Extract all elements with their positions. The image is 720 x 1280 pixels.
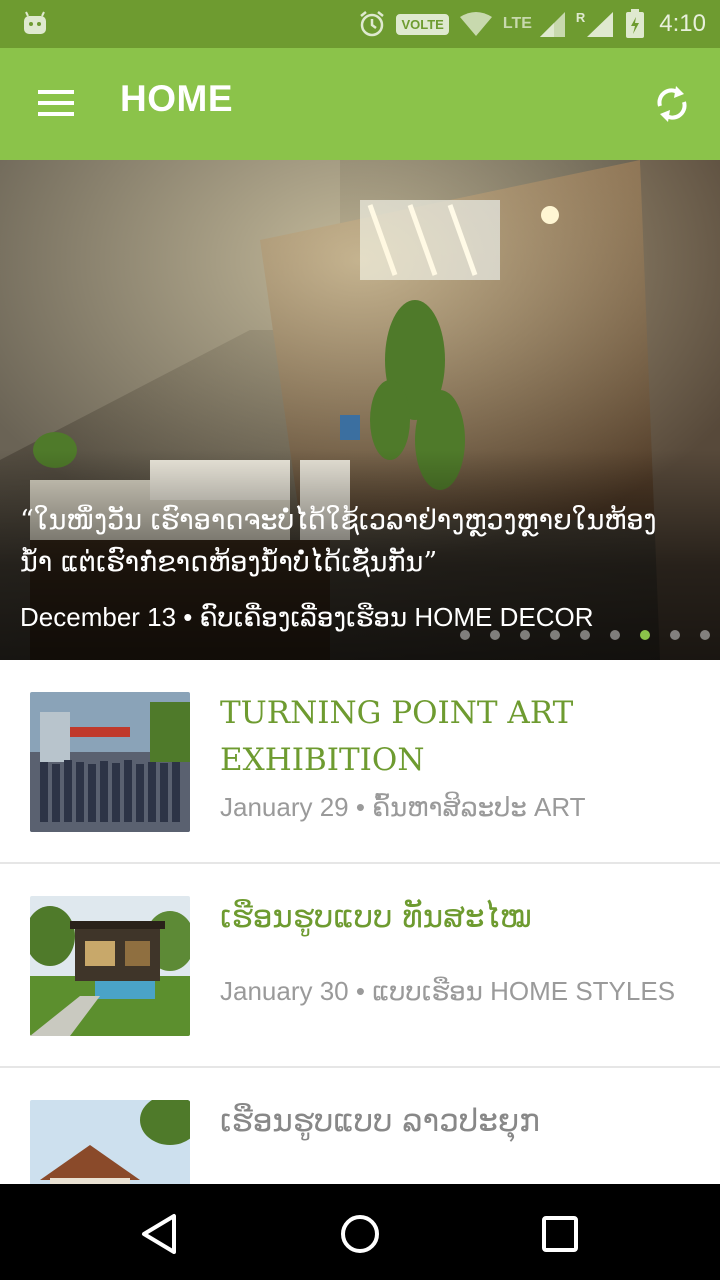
home-icon[interactable] <box>336 1210 384 1258</box>
slider-pagination[interactable] <box>460 630 710 640</box>
pagination-dot[interactable] <box>490 630 500 640</box>
hero-quote-line-2: ນ້ຳ ແຕ່ເຮົາກໍ່ຂາດຫ້ອງນ້ຳບໍ່ໄດ້ເຊັ່ນກັນ” <box>20 547 438 578</box>
volte-badge: VOLTE <box>396 13 449 35</box>
wifi-icon <box>459 12 492 36</box>
hero-meta: December 13 • ຄົບເຄື່ອງເລື່ອງເຮືອນ HOME … <box>20 602 594 632</box>
pagination-dot[interactable] <box>580 630 590 640</box>
featured-article-slider[interactable]: “ໃນໜຶ່ງວັນ ເຮົາອາດຈະບໍ່ໄດ້ໃຊ້ເວລາຢ່າງຫຼວ… <box>0 160 720 660</box>
signal-icon <box>539 12 565 37</box>
pagination-dot[interactable] <box>670 630 680 640</box>
system-navigation-bar <box>0 1184 720 1280</box>
hamburger-menu-icon[interactable] <box>38 90 74 118</box>
android-icon <box>24 11 46 34</box>
alarm-icon <box>360 11 385 37</box>
recents-icon[interactable] <box>536 1210 584 1258</box>
list-item[interactable]: TURNING POINT ART EXHIBITION January 29 … <box>0 660 720 864</box>
back-icon[interactable] <box>136 1210 184 1258</box>
pagination-dot[interactable] <box>640 630 650 640</box>
signal-roaming-icon <box>587 12 614 37</box>
pagination-dot[interactable] <box>610 630 620 640</box>
app-bar: HOME <box>0 48 720 160</box>
page-title: HOME <box>120 78 233 119</box>
roaming-label: R <box>575 9 586 25</box>
hero-quote: “ໃນໜຶ່ງວັນ ເຮົາອາດຈະບໍ່ໄດ້ໃຊ້ເວລາຢ່າງຫຼວ… <box>20 500 720 584</box>
article-title: ເຮືອນຮູບແບບ ລາວປະຍຸກ <box>220 1103 540 1139</box>
clock: 4:10 <box>659 10 706 37</box>
lte-label: LTE <box>502 15 532 32</box>
article-thumbnail <box>30 896 190 1036</box>
list-item[interactable]: ເຮືອນຮູບແບບ ທັນສະໄໝ January 30 • ແບບເຮືອ… <box>0 864 720 1068</box>
article-thumbnail <box>30 692 190 832</box>
article-meta: January 30 • ແບບເຮືອນ HOME STYLES <box>220 976 676 1006</box>
article-list: TURNING POINT ART EXHIBITION January 29 … <box>0 660 720 1272</box>
pagination-dot[interactable] <box>700 630 710 640</box>
article-title: ເຮືອນຮູບແບບ ທັນສະໄໝ <box>220 899 532 935</box>
status-bar: VOLTE LTE R 4:10 <box>0 0 720 48</box>
article-title: TURNING POINT ART EXHIBITION <box>220 695 574 778</box>
pagination-dot[interactable] <box>460 630 470 640</box>
refresh-icon[interactable] <box>652 82 692 126</box>
pagination-dot[interactable] <box>520 630 530 640</box>
pagination-dot[interactable] <box>550 630 560 640</box>
hero-quote-line-1: “ໃນໜຶ່ງວັນ ເຮົາອາດຈະບໍ່ໄດ້ໃຊ້ເວລາຢ່າງຫຼວ… <box>20 505 657 536</box>
article-meta: January 29 • ຄົ້ນຫາສິລະປະ ART <box>220 792 586 822</box>
battery-charging-icon <box>626 9 645 38</box>
